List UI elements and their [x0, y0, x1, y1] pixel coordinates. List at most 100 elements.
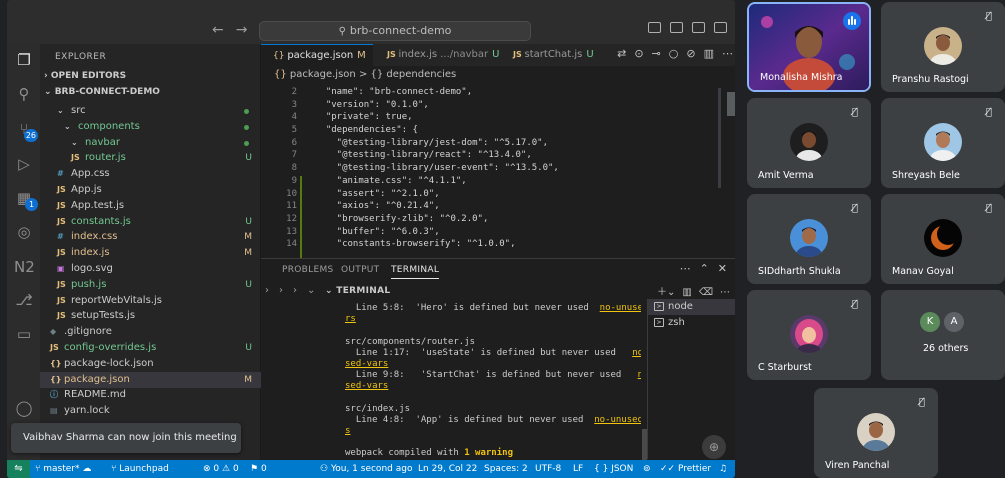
git-back-icon[interactable]: ⊙: [634, 47, 643, 60]
others-tile[interactable]: K A 26 others: [881, 290, 1005, 380]
tree-item[interactable]: ⌄ navbar: [40, 135, 261, 151]
open-editors-section[interactable]: › OPEN EDITORS: [44, 71, 126, 81]
toggle-panel-icon[interactable]: [670, 22, 683, 33]
git-blame-status[interactable]: ⚇ You, 1 second ago: [320, 460, 412, 478]
forward-arrow-icon[interactable]: →: [236, 22, 248, 38]
extensions-icon[interactable]: ▦ 1: [14, 188, 38, 211]
launchpad-status[interactable]: ⑂ Launchpad: [111, 460, 169, 478]
tree-item[interactable]: # index.css M: [40, 229, 261, 245]
toggle-secondary-sidebar-icon[interactable]: [692, 22, 705, 33]
terminal-output[interactable]: Line 5:8: 'Hero' is defined but never us…: [345, 303, 641, 459]
editor-scrollbar-thumb[interactable]: [727, 92, 735, 116]
maximize-panel-icon[interactable]: ⌃: [700, 262, 709, 275]
participant-tile[interactable]: 🎙̸ Shreyash Bele: [881, 98, 1005, 188]
tree-item[interactable]: {} package.json M: [40, 371, 261, 388]
tree-item[interactable]: JS setupTests.js: [40, 308, 261, 324]
tree-item[interactable]: ⓘ README.md: [40, 387, 261, 403]
timeline-icon[interactable]: ⊘: [686, 47, 695, 60]
split-editor-icon[interactable]: ▥: [704, 47, 714, 60]
eslint-rule-link[interactable]: rs: [345, 314, 356, 324]
tree-item[interactable]: ▣ logo.svg: [40, 261, 261, 277]
eslint-rule-link[interactable]: no-unu: [632, 348, 641, 358]
tree-item[interactable]: JS App.test.js: [40, 198, 261, 214]
tab-startchat-js[interactable]: JS startChat.js U: [501, 44, 605, 66]
tree-item[interactable]: ◆ .gitignore: [40, 324, 261, 340]
minimap[interactable]: [718, 88, 721, 188]
participant-tile[interactable]: 🎙̸ Amit Verma: [747, 98, 871, 188]
tree-item[interactable]: ▤ yarn.lock: [40, 403, 261, 419]
participant-tile[interactable]: 🎙̸ Manav Goyal: [881, 194, 1005, 284]
chat-icon[interactable]: ▭: [14, 324, 34, 344]
eslint-rule-link[interactable]: s: [345, 426, 350, 436]
zoom-icon[interactable]: ⊕: [702, 435, 726, 459]
breadcrumb-file[interactable]: package.json: [290, 69, 356, 80]
tab-package-json[interactable]: {} package.json M: [261, 44, 373, 66]
tab-index-js[interactable]: JS index.js .../navbar U: [375, 44, 499, 66]
problems-status[interactable]: ⊗ 0 ⚠ 0: [203, 460, 239, 478]
chevron-right-icon[interactable]: ›: [293, 285, 297, 296]
eslint-rule-link[interactable]: no-unused-va: [600, 303, 641, 313]
chevron-right-icon[interactable]: ›: [279, 285, 283, 296]
end-of-line[interactable]: LF: [573, 460, 583, 478]
tab-output[interactable]: OUTPUT: [341, 265, 379, 275]
eslint-rule-link[interactable]: no-unused-var: [594, 415, 641, 425]
more-actions-icon[interactable]: ⋯: [722, 47, 733, 60]
eslint-rule-link[interactable]: sed-vars: [345, 359, 388, 369]
tab-problems[interactable]: PROBLEMS: [282, 265, 334, 275]
explorer-icon[interactable]: ❐: [14, 50, 34, 70]
tree-item[interactable]: JS index.js M: [40, 245, 261, 261]
tree-item[interactable]: JS router.js U: [40, 150, 261, 166]
cursor-position[interactable]: Ln 29, Col 22: [418, 460, 477, 478]
language-mode[interactable]: { } JSON: [594, 460, 633, 478]
tab-terminal[interactable]: TERMINAL: [391, 265, 440, 279]
more-icon[interactable]: ⋯: [680, 262, 691, 275]
encoding[interactable]: UTF-8: [535, 460, 561, 478]
split-terminal-icon[interactable]: ▥: [682, 287, 691, 298]
indentation[interactable]: Spaces: 2: [484, 460, 528, 478]
participant-tile[interactable]: 🎙̸ Pranshu Rastogi: [881, 2, 1005, 92]
eslint-rule-link[interactable]: sed-vars: [345, 381, 388, 391]
notifications-icon[interactable]: ♫: [719, 460, 727, 478]
tree-item[interactable]: ⌄ components: [40, 119, 261, 135]
source-control-icon[interactable]: ⑂ 26: [14, 119, 38, 142]
run-debug-icon[interactable]: ▷: [14, 154, 34, 174]
chevron-right-icon[interactable]: ›: [265, 285, 269, 296]
git-graph-icon[interactable]: ⎇: [14, 290, 34, 310]
customize-layout-icon[interactable]: [714, 22, 727, 33]
kill-terminal-icon[interactable]: ⌫: [699, 287, 713, 298]
participant-tile[interactable]: 🎙̸ C Starburst: [747, 290, 871, 380]
docker-icon[interactable]: ◎: [14, 222, 34, 242]
copilot-icon[interactable]: ⊚: [643, 460, 651, 478]
terminal-instance[interactable]: > zsh: [648, 315, 735, 331]
tree-item[interactable]: {} package-lock.json: [40, 356, 261, 372]
close-panel-icon[interactable]: ✕: [718, 262, 727, 275]
participant-tile[interactable]: 🎙̸ Viren Panchal: [814, 388, 938, 478]
account-icon[interactable]: ◯: [14, 398, 34, 418]
prettier-status[interactable]: ✓✓ Prettier: [660, 460, 711, 478]
tree-item[interactable]: JS config-overrides.js U: [40, 340, 261, 356]
remote-icon[interactable]: ⇋: [7, 460, 30, 478]
code-editor[interactable]: 2 "name": "brb-connect-demo", 3 "version"…: [261, 86, 735, 251]
branch-status[interactable]: ⑂ master* ☁: [35, 460, 91, 478]
project-section[interactable]: ⌄ BRB-CONNECT-DEMO: [44, 87, 160, 97]
breadcrumb-symbol[interactable]: {} dependencies: [371, 69, 457, 80]
search-icon[interactable]: ⚲: [14, 84, 34, 104]
info-status[interactable]: ⚑ 0: [250, 460, 267, 478]
toggle-sidebar-icon[interactable]: [648, 22, 661, 33]
tree-item[interactable]: JS constants.js U: [40, 214, 261, 230]
tree-item[interactable]: ⌄ src: [40, 103, 261, 119]
git-next-icon[interactable]: ○: [669, 47, 679, 60]
chevron-down-icon[interactable]: ⌄: [307, 285, 315, 296]
more-icon[interactable]: ⋯: [720, 287, 730, 298]
git-prev-icon[interactable]: ⊸: [652, 47, 661, 60]
participant-tile[interactable]: Monalisha Mishra: [747, 2, 871, 92]
tree-item[interactable]: # App.css: [40, 166, 261, 182]
eslint-rule-link[interactable]: no-unu: [638, 370, 641, 380]
participant-tile[interactable]: 🎙̸ SIDdharth Shukla: [747, 194, 871, 284]
tree-item[interactable]: JS push.js U: [40, 277, 261, 293]
tree-item[interactable]: JS reportWebVitals.js: [40, 293, 261, 309]
command-center-search[interactable]: ⚲ brb-connect-demo: [259, 21, 531, 41]
terminal-instance[interactable]: > node: [648, 299, 735, 315]
compare-icon[interactable]: ⇄: [617, 47, 626, 60]
n2-icon[interactable]: N2: [14, 257, 35, 277]
